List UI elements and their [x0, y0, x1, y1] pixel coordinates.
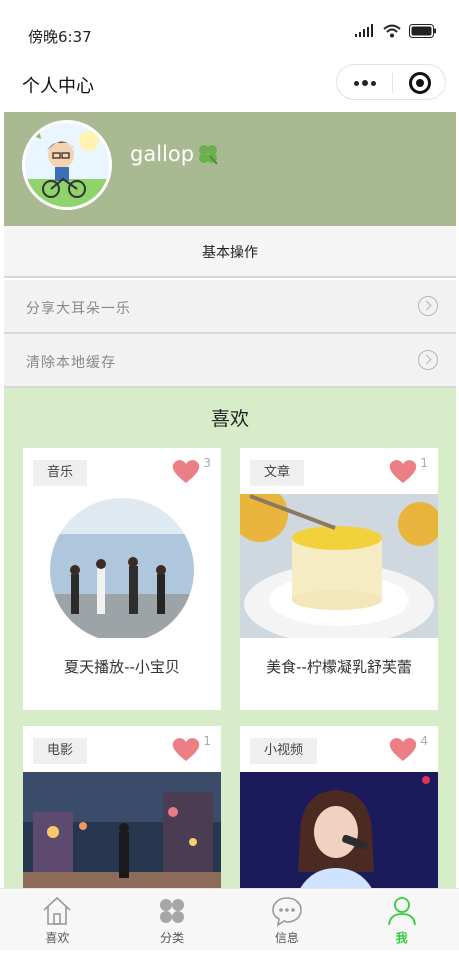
chevron-right-icon — [418, 296, 438, 316]
page-title: 个人中心 — [22, 76, 94, 97]
tab-bar: 喜欢 分类 信息 我 — [0, 888, 459, 950]
home-icon — [43, 896, 71, 925]
like-count: 1 — [203, 734, 211, 748]
card-tag: 电影 — [33, 738, 88, 764]
like-count: 1 — [420, 456, 428, 470]
like-count: 3 — [203, 456, 211, 470]
status-bar: 傍晚6:37 — [0, 0, 459, 64]
card-image — [240, 772, 438, 888]
capsule-divider — [392, 73, 393, 93]
username: gallop — [130, 142, 220, 166]
likes-title: 喜欢 — [210, 408, 249, 430]
status-time: 傍晚6:37 — [28, 28, 92, 46]
tab-label: 我 — [395, 931, 408, 945]
tab-label: 分类 — [160, 931, 185, 945]
card-tag: 文章 — [250, 460, 305, 486]
username-text: gallop — [130, 142, 195, 166]
basic-ops-header: 基本操作 — [4, 226, 456, 278]
wifi-icon — [383, 24, 401, 38]
like-count: 4 — [420, 734, 428, 748]
chevron-right-icon — [418, 350, 438, 370]
card-caption: 夏天播放--小宝贝 — [64, 658, 180, 676]
user-icon — [387, 897, 416, 926]
clear-cache-label: 清除本地缓存 — [26, 355, 116, 371]
category-icon — [160, 899, 185, 923]
message-icon — [272, 897, 302, 927]
share-label: 分享大耳朵一乐 — [26, 301, 131, 317]
tab-me[interactable]: 我 — [344, 889, 459, 950]
close-target-icon[interactable] — [409, 72, 431, 94]
like-card-article[interactable]: 文章 1 美食--柠檬凝乳舒芙蕾 — [240, 448, 438, 710]
tab-likes[interactable]: 喜欢 — [0, 889, 115, 950]
heart-icon[interactable] — [171, 458, 201, 484]
card-image — [23, 772, 221, 888]
more-icon[interactable] — [351, 71, 379, 95]
like-card-movie[interactable]: 电影 1 — [23, 726, 221, 888]
mini-program-capsule — [336, 64, 446, 100]
tab-messages[interactable]: 信息 — [230, 889, 345, 950]
card-image — [23, 494, 221, 638]
share-row[interactable]: 分享大耳朵一乐 — [4, 280, 456, 334]
clear-cache-row[interactable]: 清除本地缓存 — [4, 334, 456, 388]
card-caption: 美食--柠檬凝乳舒芙蕾 — [266, 658, 412, 676]
likes-section: 喜欢 音乐 3 夏天播放--小宝贝 文章 1 美食--柠檬凝乳舒芙蕾 电影 1 … — [4, 388, 456, 888]
tab-category[interactable]: 分类 — [115, 889, 230, 950]
heart-icon[interactable] — [388, 458, 418, 484]
nav-bar: 个人中心 — [0, 64, 459, 112]
card-tag: 音乐 — [33, 460, 88, 486]
heart-icon[interactable] — [171, 736, 201, 762]
like-card-music[interactable]: 音乐 3 夏天播放--小宝贝 — [23, 448, 221, 710]
like-card-short-video[interactable]: 小视频 4 — [240, 726, 438, 888]
signal-icon — [355, 24, 373, 37]
battery-icon — [409, 24, 436, 38]
clover-icon — [199, 145, 218, 165]
heart-icon[interactable] — [388, 736, 418, 762]
card-tag: 小视频 — [250, 738, 318, 764]
profile-header: gallop — [4, 112, 456, 226]
tab-label: 喜欢 — [45, 931, 70, 945]
avatar[interactable] — [22, 120, 112, 210]
card-image — [240, 494, 438, 638]
status-icons — [355, 24, 437, 38]
tab-label: 信息 — [274, 931, 299, 945]
basic-ops-title: 基本操作 — [202, 245, 258, 261]
avatar-illustration — [25, 123, 109, 207]
